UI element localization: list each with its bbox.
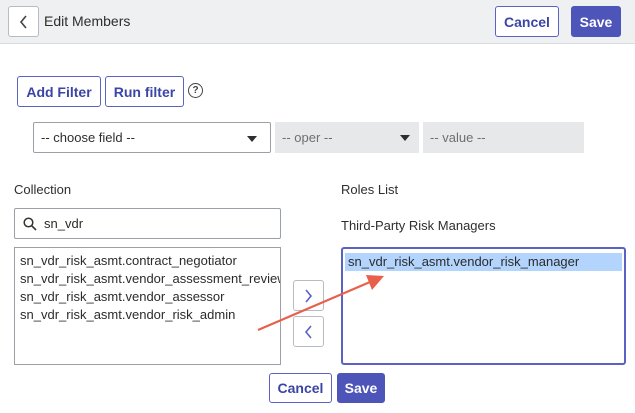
roles-list[interactable]: sn_vdr_risk_asmt.vendor_risk_manager [341,247,626,365]
chevron-right-icon [305,288,313,303]
field-select-value: -- choose field -- [41,130,135,145]
field-select[interactable]: -- choose field -- [33,122,271,153]
search-value: sn_vdr [44,216,84,231]
search-icon [23,216,37,231]
operator-select-value: -- oper -- [282,130,333,145]
help-glyph: ? [192,85,199,96]
operator-select[interactable]: -- oper -- [275,122,419,153]
run-filter-button[interactable]: Run filter [105,76,184,107]
collection-list[interactable]: sn_vdr_risk_asmt.contract_negotiator sn_… [14,247,281,365]
back-button[interactable] [8,6,39,37]
caret-down-icon [400,135,410,141]
value-field[interactable]: -- value -- [423,122,584,153]
header-bar: Edit Members Cancel Save [0,0,635,44]
remove-from-roles-button[interactable] [293,316,324,347]
header-save-button[interactable]: Save [571,6,621,37]
chevron-left-icon [19,14,27,29]
value-field-placeholder: -- value -- [430,130,486,145]
header-cancel-button[interactable]: Cancel [495,6,559,37]
roles-list-item[interactable]: sn_vdr_risk_asmt.vendor_risk_manager [345,253,622,271]
help-icon[interactable]: ? [188,83,203,98]
footer-save-button[interactable]: Save [337,373,385,403]
footer-cancel-button[interactable]: Cancel [269,373,332,403]
collection-label: Collection [14,182,72,197]
collection-search-input[interactable]: sn_vdr [14,208,281,239]
caret-down-icon [247,136,257,142]
roles-list-label: Roles List [341,182,399,197]
add-filter-button[interactable]: Add Filter [17,76,101,107]
add-to-roles-button[interactable] [293,280,324,311]
chevron-left-icon [304,324,312,339]
collection-list-item[interactable]: sn_vdr_risk_asmt.vendor_assessor [15,288,280,306]
page-title: Edit Members [44,13,131,29]
collection-list-item[interactable]: sn_vdr_risk_asmt.vendor_risk_admin [15,306,280,324]
collection-list-item[interactable]: sn_vdr_risk_asmt.contract_negotiator [15,252,280,270]
collection-list-item[interactable]: sn_vdr_risk_asmt.vendor_assessment_revie… [15,270,280,288]
roles-group-label: Third-Party Risk Managers [341,218,496,233]
